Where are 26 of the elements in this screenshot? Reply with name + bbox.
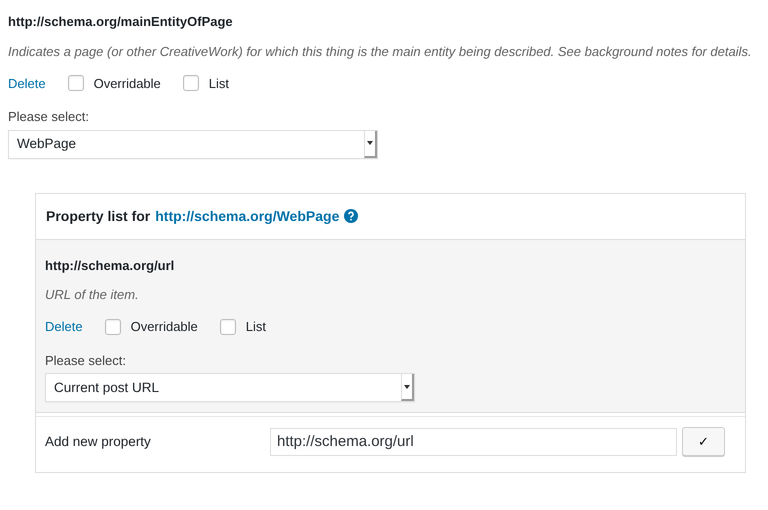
property-name: http://schema.org/url [45, 256, 176, 275]
property-name: http://schema.org/mainEntityOfPage [8, 13, 234, 31]
property-description: URL of the item. [45, 286, 140, 304]
caret-icon [367, 141, 373, 146]
select-dropdown[interactable]: Current post URL [45, 373, 415, 402]
checkbox[interactable] [68, 75, 84, 92]
select-label: Please select: [45, 352, 127, 370]
help-icon[interactable] [344, 209, 358, 224]
type-link[interactable]: http://schema.org/WebPage [155, 206, 340, 227]
checkbox-label: List [246, 318, 266, 336]
checkbox-label: Overridable [130, 318, 198, 336]
checkbox[interactable] [182, 75, 199, 92]
checkbox[interactable] [220, 319, 236, 336]
add-property-label: Add new property [45, 432, 152, 451]
checkbox-label: List [208, 74, 230, 93]
select-dropdown[interactable]: WebPage [8, 130, 378, 159]
property-input[interactable]: http://schema.org/url [270, 428, 677, 456]
confirm-button[interactable]: ✓ [682, 427, 725, 456]
delete-link[interactable]: Delete [8, 74, 46, 94]
select-label: Please select: [8, 108, 90, 126]
delete-link[interactable]: Delete [45, 317, 83, 337]
property-description: Indicates a page (or other CreativeWork) for which this thing is the main entity being described. See background notes for details. [8, 42, 753, 61]
panel-title: Property list for [46, 206, 150, 226]
checkbox[interactable] [104, 319, 121, 336]
checkbox-label: Overridable [94, 74, 161, 93]
caret-icon [404, 384, 410, 389]
